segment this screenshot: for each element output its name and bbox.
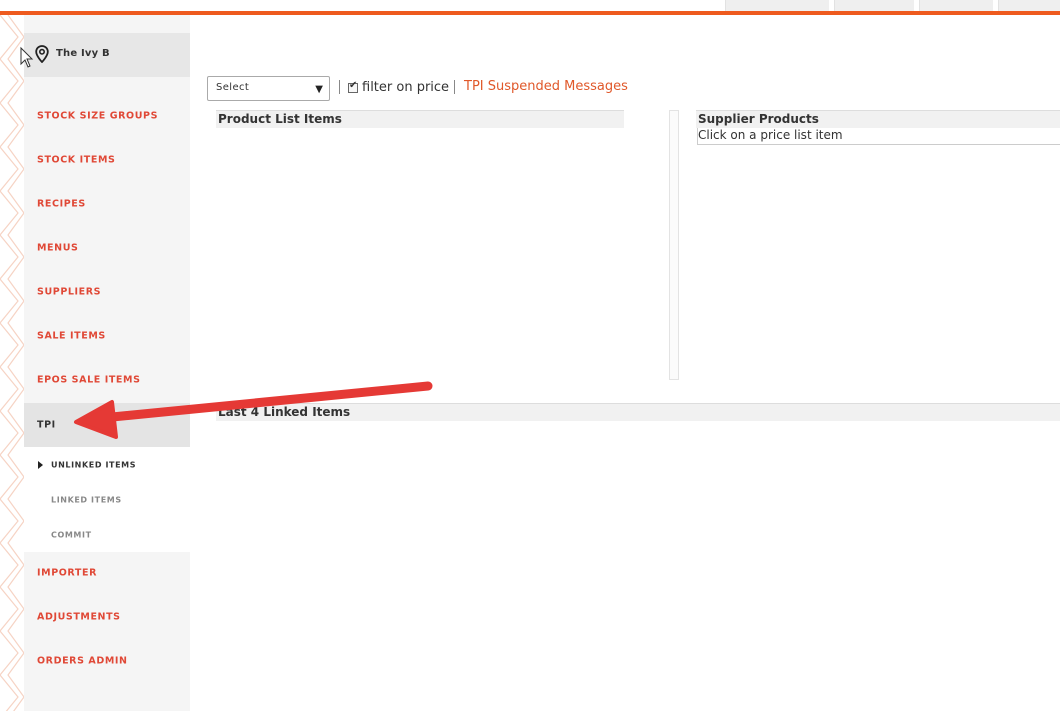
sidebar-item-label: MENUS [37,242,79,254]
sidebar-item-label: EPOS SALE ITEMS [37,374,141,386]
sidebar-item-stock-items[interactable]: STOCK ITEMS [24,138,190,182]
map-pin-icon [35,45,49,67]
supplier-select[interactable]: Select ▼ [207,76,330,101]
panel-title: Last 4 Linked Items [218,405,351,419]
sidebar-item-sale-items[interactable]: SALE ITEMS [24,314,190,358]
panel-title: Product List Items [218,112,342,126]
submenu-item-label: LINKED ITEMS [51,495,122,504]
submenu-item-unlinked-items[interactable]: UNLINKED ITEMS [24,447,190,482]
tpi-suspended-messages-link[interactable]: TPI Suspended Messages [464,79,628,94]
location-name: The Ivy B [56,48,110,59]
submenu-item-label: UNLINKED ITEMS [51,460,137,469]
sidebar-item-label: TPI [37,419,56,431]
hint-text: Click on a price list item [698,128,843,142]
sidebar-item-stock-size-groups[interactable]: STOCK SIZE GROUPS [24,94,190,138]
sidebar-item-importer[interactable]: IMPORTER [24,551,190,595]
location-selector[interactable]: The Ivy B [24,33,190,77]
submenu-item-commit[interactable]: COMMIT [24,517,190,552]
sidebar-item-adjustments[interactable]: ADJUSTMENTS [24,595,190,639]
caret-right-icon [38,460,43,469]
top-tab-1[interactable] [725,0,829,11]
panel-divider[interactable] [669,110,679,380]
supplier-products-hint: Click on a price list item [697,128,1060,145]
sidebar-item-label: IMPORTER [37,567,98,579]
sidebar-item-menus[interactable]: MENUS [24,226,190,270]
sidebar-item-label: ADJUSTMENTS [37,611,121,623]
top-tab-2[interactable] [834,0,914,11]
sidebar-item-tpi[interactable]: TPI [24,403,190,447]
toolbar-separator [454,80,455,94]
supplier-products-header: Supplier Products [696,110,1060,128]
toolbar-separator [339,80,340,94]
checkmark-icon: ✔ [349,80,358,91]
top-tab-3[interactable] [919,0,993,11]
select-value: Select [216,82,250,93]
sidebar-item-recipes[interactable]: RECIPES [24,182,190,226]
dropdown-arrow-icon: ▼ [315,84,323,95]
sidebar-item-label: ORDERS ADMIN [37,655,128,667]
sidebar-item-orders-admin[interactable]: ORDERS ADMIN [24,639,190,683]
sidebar-item-label: SALE ITEMS [37,330,106,342]
last-linked-header: Last 4 Linked Items [216,403,1060,421]
submenu-item-linked-items[interactable]: LINKED ITEMS [24,482,190,517]
sidebar-item-suppliers[interactable]: SUPPLIERS [24,270,190,314]
sidebar-item-label: RECIPES [37,198,86,210]
sidebar-item-epos-sale-items[interactable]: EPOS SALE ITEMS [24,358,190,402]
filter-price-checkbox[interactable]: ✔ [348,80,358,93]
sidebar-item-label: STOCK SIZE GROUPS [37,110,159,122]
filter-price-label: filter on price [362,80,450,95]
decorative-zigzag-strip [0,15,24,711]
top-tab-4[interactable] [998,0,1060,11]
sidebar-item-label: STOCK ITEMS [37,154,116,166]
panel-title: Supplier Products [698,112,819,126]
product-list-header: Product List Items [216,110,624,128]
submenu-item-label: COMMIT [51,530,92,539]
app-window: The Ivy B STOCK SIZE GROUPS STOCK ITEMS … [0,0,1060,711]
sidebar-item-label: SUPPLIERS [37,286,102,298]
